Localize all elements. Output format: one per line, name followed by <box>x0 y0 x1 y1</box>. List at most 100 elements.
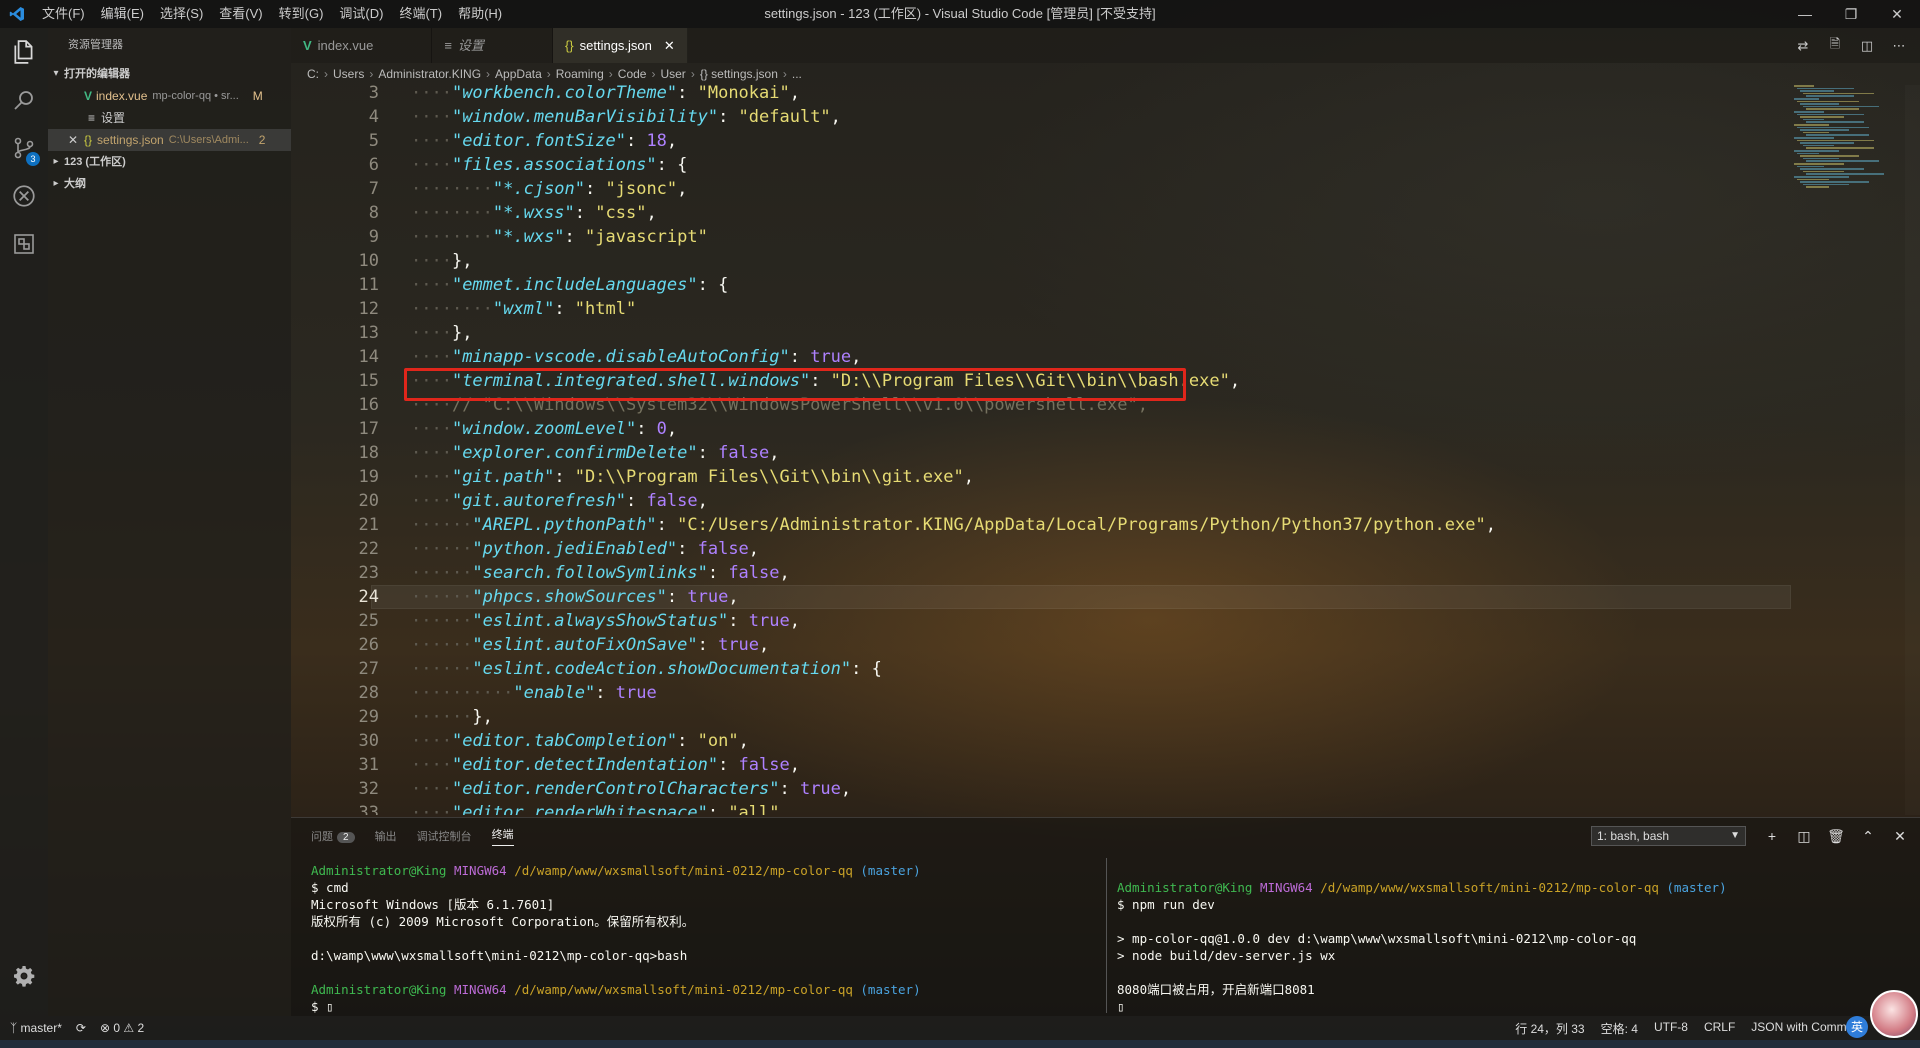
tab-index-vue[interactable]: V index.vue <box>291 28 433 63</box>
manage-gear-icon[interactable] <box>0 952 48 1000</box>
breadcrumb-item[interactable]: C: <box>307 67 319 81</box>
avatar[interactable] <box>1870 990 1918 1038</box>
terminal-select[interactable]: 1: bash, bash ▼ <box>1591 826 1746 846</box>
explorer-icon[interactable] <box>0 28 48 76</box>
tab-settings-json[interactable]: {} settings.json ✕ <box>552 28 688 63</box>
code-line[interactable]: 26 ······"eslint.autoFixOnSave": true, <box>291 633 1791 657</box>
breadcrumb-item[interactable]: Users <box>333 67 364 81</box>
kill-terminal-icon[interactable]: 🗑 <box>1825 824 1847 848</box>
code-line[interactable]: 32 ····"editor.renderControlCharacters": … <box>291 777 1791 801</box>
code-line[interactable]: 21 ······"AREPL.pythonPath": "C:/Users/Ad… <box>291 513 1791 537</box>
close-panel-icon[interactable]: ✕ <box>1889 824 1911 848</box>
panel-tab[interactable]: 调试控制台 <box>417 828 472 844</box>
new-terminal-icon[interactable]: + <box>1761 824 1783 848</box>
menu-item[interactable]: 选择(S) <box>152 0 211 28</box>
editor-scrollbar[interactable] <box>1905 85 1920 815</box>
code-line[interactable]: 7 ········"*.cjson": "jsonc", <box>291 177 1791 201</box>
code-line[interactable]: 20 ····"git.autorefresh": false, <box>291 489 1791 513</box>
workspace-section[interactable]: ▸ 123 (工作区) <box>48 151 291 173</box>
code-line[interactable]: 8 ········"*.wxss": "css", <box>291 201 1791 225</box>
code-line[interactable]: 5 ····"editor.fontSize": 18, <box>291 129 1791 153</box>
menu-item[interactable]: 终端(T) <box>391 0 450 28</box>
menu-item[interactable]: 转到(G) <box>271 0 332 28</box>
menu-item[interactable]: 文件(F) <box>34 0 93 28</box>
debug-icon[interactable] <box>0 172 48 220</box>
code-line[interactable]: 10 ····}, <box>291 249 1791 273</box>
close-editor-icon[interactable]: ✕ <box>48 129 84 151</box>
breadcrumb-item[interactable]: ... <box>792 67 802 81</box>
more-actions-icon[interactable]: ⋯ <box>1886 38 1912 54</box>
code-line[interactable]: 28 ··········"enable": true <box>291 681 1791 705</box>
cursor-position[interactable]: 行 24，列 33 <box>1515 1020 1584 1037</box>
code-line[interactable]: 30 ····"editor.tabCompletion": "on", <box>291 729 1791 753</box>
restore-button[interactable]: ❐ <box>1828 0 1874 28</box>
code-line[interactable]: 25 ······"eslint.alwaysShowStatus": true, <box>291 609 1791 633</box>
code-line[interactable]: 18 ····"explorer.confirmDelete": false, <box>291 441 1791 465</box>
code-line[interactable]: 14 ····"minapp-vscode.disableAutoConfig":… <box>291 345 1791 369</box>
menu-item[interactable]: 编辑(E) <box>93 0 152 28</box>
open-editor-item-index-vue[interactable]: V index.vue mp-color-qq • sr... M <box>48 85 291 107</box>
problems-status[interactable]: ⊗ 0 ⚠ 2 <box>100 1021 144 1035</box>
panel-tab[interactable]: 终端 <box>491 826 514 846</box>
code-line[interactable]: 29 ······}, <box>291 705 1791 729</box>
code-line[interactable]: 4 ····"window.menuBarVisibility": "defaul… <box>291 105 1791 129</box>
source-control-icon[interactable]: 3 <box>0 124 48 172</box>
open-editor-item-settings-json[interactable]: ✕ {} settings.json C:\Users\Admi... 2 <box>48 129 291 151</box>
panel-tab[interactable]: 输出 <box>375 828 397 844</box>
extensions-icon[interactable] <box>0 220 48 268</box>
close-tab-icon[interactable]: ✕ <box>664 28 675 63</box>
line-number: 31 <box>358 755 379 775</box>
minimize-button[interactable]: — <box>1782 0 1828 28</box>
menu-bar: 文件(F) 编辑(E) 选择(S) 查看(V) 转到(G) 调试(D) 终端(T) 帮助(H) <box>34 0 510 28</box>
language-mode[interactable]: JSON with Commen <box>1751 1020 1860 1037</box>
terminal-left[interactable]: Administrator@King MINGW64 /d/wamp/www/w… <box>311 862 921 1015</box>
code-line[interactable]: 3 ····"workbench.colorTheme": "Monokai", <box>291 85 1791 105</box>
encoding[interactable]: UTF-8 <box>1654 1020 1688 1037</box>
minimap[interactable] <box>1790 85 1905 195</box>
code-line[interactable]: 11 ····"emmet.includeLanguages": { <box>291 273 1791 297</box>
outline-section[interactable]: ▸ 大纲 <box>48 173 291 195</box>
code-text: ····"window.zoomLevel": 0, <box>411 417 677 441</box>
breadcrumb-item[interactable]: Code <box>618 67 647 81</box>
end-of-line[interactable]: CRLF <box>1704 1020 1735 1037</box>
tab-settings[interactable]: ≡ 设置 <box>432 28 553 63</box>
maximize-panel-icon[interactable]: ⌃ <box>1857 824 1879 848</box>
split-editor-icon[interactable]: ◫ <box>1854 38 1880 54</box>
code-line[interactable]: 17 ····"window.zoomLevel": 0, <box>291 417 1791 441</box>
close-window-button[interactable]: ✕ <box>1874 0 1920 28</box>
search-icon[interactable] <box>0 76 48 124</box>
breadcrumb-item[interactable]: Roaming <box>556 67 604 81</box>
whitespace-dots: ···· <box>411 467 452 487</box>
indentation[interactable]: 空格: 4 <box>1601 1020 1638 1037</box>
code-line[interactable]: 23 ······"search.followSymlinks": false, <box>291 561 1791 585</box>
code-line[interactable]: 27 ······"eslint.codeAction.showDocumenta… <box>291 657 1791 681</box>
menu-item[interactable]: 查看(V) <box>211 0 270 28</box>
terminal-divider[interactable] <box>1106 858 1107 1013</box>
code-line[interactable]: 33 ····"editor.renderWhitespace": "all" <box>291 801 1791 815</box>
split-terminal-icon[interactable]: ◫ <box>1793 824 1815 848</box>
code-line[interactable]: 24 ······"phpcs.showSources": true, <box>291 585 1791 609</box>
breadcrumb-item[interactable]: Administrator.KING <box>378 67 481 81</box>
code-line[interactable]: 9 ········"*.wxs": "javascript" <box>291 225 1791 249</box>
branch-status[interactable]: ᛉ master* <box>10 1021 62 1035</box>
menu-item[interactable]: 帮助(H) <box>450 0 510 28</box>
open-editors-section[interactable]: ▾ 打开的编辑器 <box>48 63 291 85</box>
sync-icon[interactable]: ⟳ <box>76 1021 86 1035</box>
code-line[interactable]: 13 ····}, <box>291 321 1791 345</box>
open-editor-item-settings[interactable]: ≡ 设置 <box>48 107 291 129</box>
code-line[interactable]: 6 ····"files.associations": { <box>291 153 1791 177</box>
breadcrumb-item[interactable]: {} settings.json <box>700 67 778 81</box>
panel-tab[interactable]: 问题 2 <box>311 828 355 844</box>
breadcrumb-item[interactable]: AppData <box>495 67 542 81</box>
code-line[interactable]: 22 ······"python.jediEnabled": false, <box>291 537 1791 561</box>
code-line[interactable]: 12 ········"wxml": "html" <box>291 297 1791 321</box>
code-editor[interactable]: 3 ····"workbench.colorTheme": "Monokai", 4… <box>291 85 1920 815</box>
terminal-right[interactable]: Administrator@King MINGW64 /d/wamp/www/w… <box>1117 862 1727 1015</box>
breadcrumb-item[interactable]: User <box>660 67 685 81</box>
ime-indicator[interactable]: 英 <box>1846 1016 1868 1038</box>
open-settings-icon[interactable]: 🗎 <box>1822 35 1848 57</box>
menu-item[interactable]: 调试(D) <box>331 0 391 28</box>
code-line[interactable]: 31 ····"editor.detectIndentation": false, <box>291 753 1791 777</box>
open-changes-icon[interactable]: ⇄ <box>1790 38 1816 54</box>
code-line[interactable]: 19 ····"git.path": "D:\\Program Files\\Gi… <box>291 465 1791 489</box>
